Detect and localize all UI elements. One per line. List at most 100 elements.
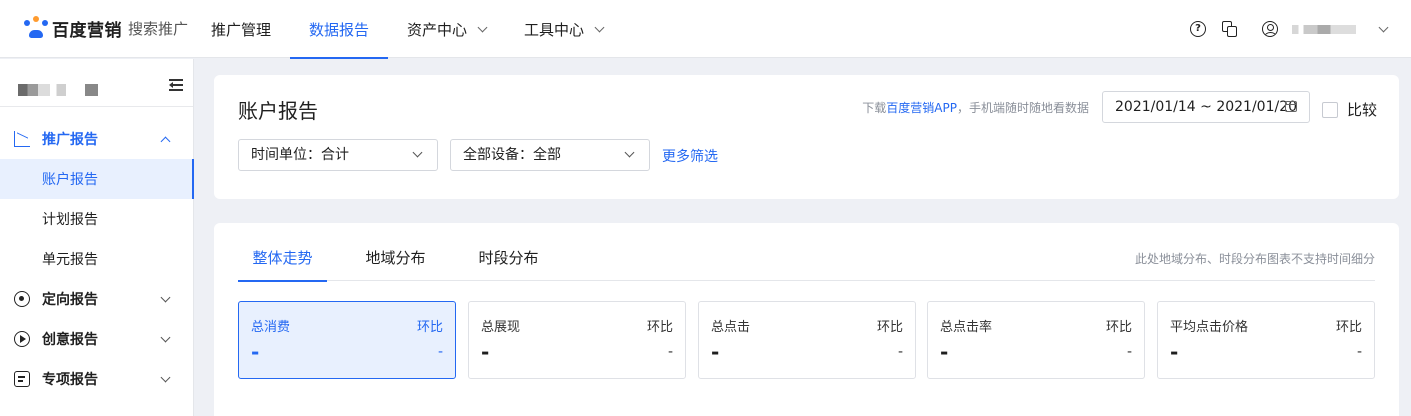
metric-compare-label: 环比: [416, 320, 443, 335]
metric-name: 平均点击价格: [1170, 320, 1249, 335]
tab-note: 此处地域分布、时段分布图表不支持时间细分: [1134, 252, 1375, 266]
tab-time-distribution[interactable]: 时段分布: [464, 239, 553, 281]
sidebar-item-plan-report[interactable]: 计划报告: [0, 199, 193, 239]
metric-card-total-clicks[interactable]: 总点击 环比 - -: [698, 301, 916, 379]
metric-name: 总点击率: [940, 320, 993, 335]
metric-card-avg-cpc[interactable]: 平均点击价格 环比 - -: [1157, 301, 1375, 379]
sidebar-header: [0, 59, 193, 107]
metric-rate: -: [897, 344, 903, 360]
brand-logo[interactable]: 百度营销 搜索推广: [24, 16, 189, 41]
brand-name: 百度营销: [52, 20, 122, 41]
sidebar-group-targeting-report[interactable]: 定向报告: [0, 279, 193, 319]
metric-name: 总消费: [251, 320, 291, 335]
chevron-down-icon: [594, 22, 605, 32]
metric-value: -: [711, 340, 720, 364]
line-chart-icon: [14, 131, 30, 147]
chevron-down-icon: [160, 292, 171, 303]
more-filters-link[interactable]: 更多筛选: [662, 146, 718, 166]
tab-region-distribution[interactable]: 地域分布: [351, 239, 440, 281]
copy-icon[interactable]: [1222, 21, 1238, 37]
target-icon: [14, 291, 30, 307]
device-value: 全部设备：全部: [463, 147, 561, 163]
metric-value: -: [940, 340, 949, 364]
report-trend-card: 整体走势 地域分布 时段分布 此处地域分布、时段分布图表不支持时间细分 总消费 …: [214, 223, 1399, 416]
top-right-tools: ?: [1190, 0, 1389, 58]
nav-item-promotion-management[interactable]: 推广管理: [192, 0, 290, 58]
product-name: 搜索推广: [128, 19, 189, 38]
play-circle-icon: [14, 331, 30, 347]
sidebar: 推广报告 账户报告 计划报告 单元报告 定向报告 创意报告 专项报告: [0, 59, 194, 416]
sidebar-group-label: 推广报告: [42, 132, 98, 148]
chevron-down-icon: [160, 332, 171, 343]
document-icon: [14, 371, 30, 387]
chevron-down-icon: [412, 147, 423, 158]
metric-compare-label: 环比: [1335, 320, 1362, 335]
metric-name: 总点击: [711, 320, 751, 335]
time-unit-value: 时间单位：合计: [251, 147, 349, 163]
sidebar-group-label: 定向报告: [42, 292, 98, 308]
nav-label: 推广管理: [211, 20, 272, 39]
sidebar-group-creative-report[interactable]: 创意报告: [0, 319, 193, 359]
nav-item-asset-center[interactable]: 资产中心: [388, 0, 505, 58]
baidu-marketing-logo-icon: [24, 16, 48, 40]
app-download-tip: 下载百度营销APP，手机端随时随地看数据: [862, 99, 1089, 116]
metric-name: 总展现: [481, 320, 521, 335]
tab-label: 地域分布: [365, 249, 426, 267]
nav-label: 工具中心: [524, 20, 585, 39]
report-header-card: 账户报告 下载百度营销APP，手机端随时随地看数据 2021/01/14 ~ 2…: [214, 75, 1399, 199]
page-title: 账户报告: [238, 99, 318, 123]
metric-compare-label: 环比: [1105, 320, 1132, 335]
report-tabs: 整体走势 地域分布 时段分布 此处地域分布、时段分布图表不支持时间细分: [238, 239, 1375, 282]
sidebar-item-unit-report[interactable]: 单元报告: [0, 239, 193, 279]
tip-prefix: 下载: [862, 101, 887, 115]
metric-card-total-ctr[interactable]: 总点击率 环比 - -: [927, 301, 1145, 379]
sidebar-group-special-report[interactable]: 专项报告: [0, 359, 193, 399]
sidebar-group-promotion-report[interactable]: 推广报告: [0, 119, 193, 159]
date-range-picker[interactable]: 2021/01/14 ~ 2021/01/20: [1102, 91, 1310, 123]
sidebar-group-label: 专项报告: [42, 372, 98, 388]
compare-label: 比较: [1347, 101, 1378, 119]
time-unit-select[interactable]: 时间单位：合计: [238, 139, 438, 171]
device-select[interactable]: 全部设备：全部: [450, 139, 650, 171]
metric-rate: -: [1356, 344, 1362, 360]
compare-checkbox[interactable]: [1322, 101, 1338, 118]
metric-value: -: [251, 340, 260, 364]
chevron-up-icon: [160, 136, 171, 147]
app-download-link[interactable]: 百度营销APP: [886, 101, 957, 115]
metric-rate: -: [1126, 344, 1132, 360]
calendar-icon: [1285, 101, 1297, 112]
tab-label: 整体走势: [252, 249, 313, 267]
metric-rate: -: [437, 344, 443, 360]
metric-cards: 总消费 环比 - - 总展现 环比 - - 总点击 环比 - - 总点击率 环比…: [238, 301, 1375, 379]
collapse-sidebar-icon[interactable]: [169, 79, 183, 91]
metric-compare-label: 环比: [876, 320, 903, 335]
chevron-down-icon: [624, 147, 635, 158]
nav-item-data-report[interactable]: 数据报告: [290, 0, 389, 59]
user-icon[interactable]: [1262, 21, 1278, 37]
help-icon[interactable]: ?: [1190, 21, 1206, 37]
sidebar-item-account-report[interactable]: 账户报告: [0, 159, 194, 199]
main-nav: 推广管理 数据报告 资产中心 工具中心: [192, 0, 622, 59]
metric-value: -: [1170, 340, 1179, 364]
tab-label: 时段分布: [478, 249, 539, 267]
metric-card-total-cost[interactable]: 总消费 环比 - -: [238, 301, 456, 379]
sidebar-item-label: 计划报告: [42, 212, 98, 228]
compare-toggle[interactable]: 比较: [1322, 99, 1377, 120]
sidebar-item-label: 单元报告: [42, 252, 98, 268]
username-redacted[interactable]: [1292, 24, 1356, 34]
nav-item-tool-center[interactable]: 工具中心: [505, 0, 622, 58]
chevron-down-icon: [477, 22, 488, 32]
tip-suffix: ，手机端随时随地看数据: [956, 101, 1089, 115]
nav-label: 资产中心: [407, 20, 468, 39]
date-range-value: 2021/01/14 ~ 2021/01/20: [1115, 99, 1298, 115]
account-name-redacted: [18, 84, 98, 96]
metric-card-total-impressions[interactable]: 总展现 环比 - -: [468, 301, 686, 379]
metric-rate: -: [667, 344, 673, 360]
sidebar-group-label: 创意报告: [42, 332, 98, 348]
metric-compare-label: 环比: [646, 320, 673, 335]
top-bar: 百度营销 搜索推广 推广管理 数据报告 资产中心 工具中心 ?: [0, 0, 1411, 59]
metric-value: -: [481, 340, 490, 364]
sidebar-item-label: 账户报告: [42, 172, 98, 188]
tab-overall-trend[interactable]: 整体走势: [238, 239, 327, 282]
chevron-down-icon[interactable]: [1378, 22, 1389, 32]
